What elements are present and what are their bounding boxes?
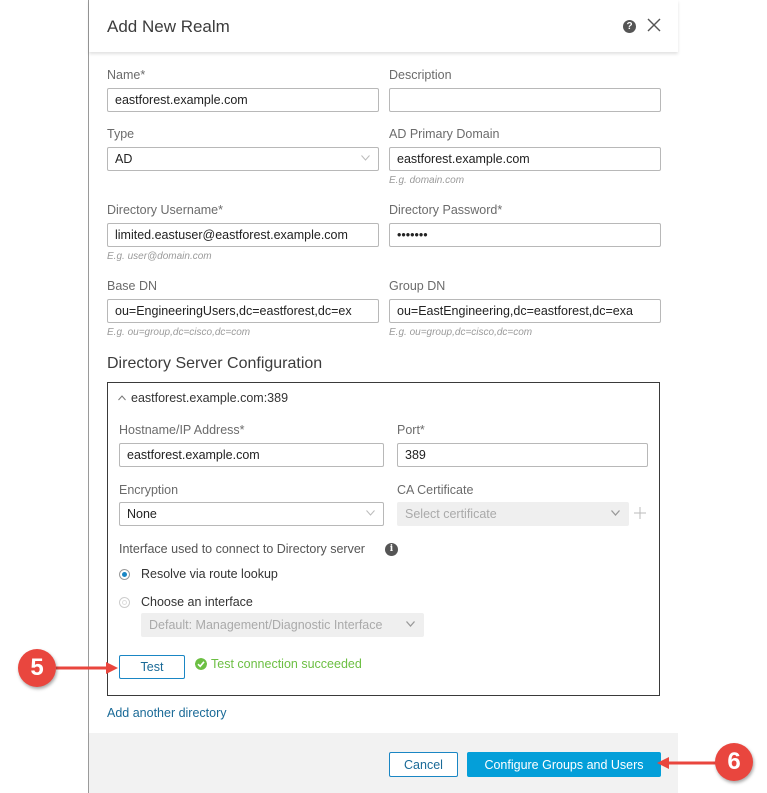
help-icon[interactable]: ? bbox=[623, 20, 636, 33]
ca-certificate-label: CA Certificate bbox=[397, 483, 474, 497]
ad-primary-domain-input[interactable]: eastforest.example.com bbox=[389, 147, 661, 171]
group-dn-input[interactable]: ou=EastEngineering,dc=eastforest,dc=exa bbox=[389, 299, 661, 323]
type-select-value: AD bbox=[115, 152, 133, 166]
server-header-toggle[interactable]: eastforest.example.com:389 bbox=[118, 391, 288, 405]
interface-select[interactable]: Default: Management/Diagnostic Interface bbox=[141, 613, 424, 637]
description-input[interactable] bbox=[389, 88, 661, 112]
close-icon[interactable] bbox=[645, 16, 663, 34]
ad-primary-domain-label: AD Primary Domain bbox=[389, 127, 500, 141]
interface-label: Interface used to connect to Directory s… bbox=[119, 542, 365, 556]
test-button[interactable]: Test bbox=[119, 655, 185, 679]
configure-groups-users-button[interactable]: Configure Groups and Users bbox=[467, 752, 661, 777]
info-icon[interactable]: i bbox=[385, 543, 398, 556]
dialog-header: Add New Realm ? bbox=[89, 0, 678, 52]
directory-server-panel: eastforest.example.com:389 Hostname/IP A… bbox=[107, 382, 660, 696]
test-status-message: Test connection succeeded bbox=[211, 657, 362, 671]
encryption-select[interactable]: None bbox=[119, 502, 384, 526]
server-header-label: eastforest.example.com:389 bbox=[131, 391, 289, 405]
directory-server-section-title: Directory Server Configuration bbox=[107, 355, 323, 372]
base-dn-label: Base DN bbox=[107, 279, 158, 293]
dialog-footer: Cancel Configure Groups and Users bbox=[89, 733, 678, 793]
hostname-label: Hostname/IP Address* bbox=[119, 423, 245, 437]
encryption-select-value: None bbox=[127, 507, 157, 521]
port-input[interactable]: 389 bbox=[397, 443, 648, 467]
chevron-down-icon bbox=[366, 510, 375, 516]
directory-username-input[interactable]: limited.eastuser@eastforest.example.com bbox=[107, 223, 379, 247]
dialog-title: Add New Realm bbox=[107, 17, 230, 36]
ca-certificate-select[interactable]: Select certificate bbox=[397, 502, 629, 526]
ad-primary-domain-hint: E.g. domain.com bbox=[389, 175, 465, 186]
cancel-button[interactable]: Cancel bbox=[389, 752, 458, 777]
directory-username-label: Directory Username* bbox=[107, 203, 224, 217]
directory-password-input[interactable]: ••••••• bbox=[389, 223, 661, 247]
name-input[interactable]: eastforest.example.com bbox=[107, 88, 379, 112]
radio-choose-interface[interactable] bbox=[119, 597, 130, 608]
port-label: Port* bbox=[397, 423, 425, 437]
step-6-arrow-icon bbox=[657, 757, 717, 769]
add-new-realm-dialog: Add New Realm ? Name* eastforest.example… bbox=[88, 0, 678, 793]
hostname-input[interactable]: eastforest.example.com bbox=[119, 443, 384, 467]
add-certificate-plus-icon[interactable] bbox=[634, 507, 646, 519]
radio-resolve-route-lookup[interactable] bbox=[119, 569, 130, 580]
description-label: Description bbox=[389, 68, 452, 82]
chevron-up-icon bbox=[118, 395, 126, 401]
step-5-callout: 5 bbox=[18, 649, 56, 687]
radio-choose-label: Choose an interface bbox=[141, 595, 253, 609]
chevron-down-icon bbox=[406, 621, 415, 627]
group-dn-hint: E.g. ou=group,dc=cisco,dc=com bbox=[389, 327, 533, 338]
ca-certificate-placeholder: Select certificate bbox=[405, 507, 497, 521]
base-dn-hint: E.g. ou=group,dc=cisco,dc=com bbox=[107, 327, 251, 338]
chevron-down-icon bbox=[361, 155, 370, 161]
encryption-label: Encryption bbox=[119, 483, 179, 497]
name-label: Name* bbox=[107, 68, 146, 82]
base-dn-input[interactable]: ou=EngineeringUsers,dc=eastforest,dc=ex bbox=[107, 299, 379, 323]
add-another-directory-link[interactable]: Add another directory bbox=[107, 706, 227, 720]
group-dn-label: Group DN bbox=[389, 279, 446, 293]
step-5-arrow-icon bbox=[56, 662, 118, 674]
interface-select-value: Default: Management/Diagnostic Interface bbox=[149, 618, 383, 632]
directory-password-label: Directory Password* bbox=[389, 203, 503, 217]
directory-username-hint: E.g. user@domain.com bbox=[107, 251, 212, 262]
radio-resolve-label: Resolve via route lookup bbox=[141, 567, 278, 581]
check-circle-icon bbox=[195, 658, 207, 670]
type-select[interactable]: AD bbox=[107, 147, 379, 171]
type-label: Type bbox=[107, 127, 135, 141]
step-6-callout: 6 bbox=[715, 743, 753, 781]
chevron-down-icon bbox=[611, 510, 620, 516]
